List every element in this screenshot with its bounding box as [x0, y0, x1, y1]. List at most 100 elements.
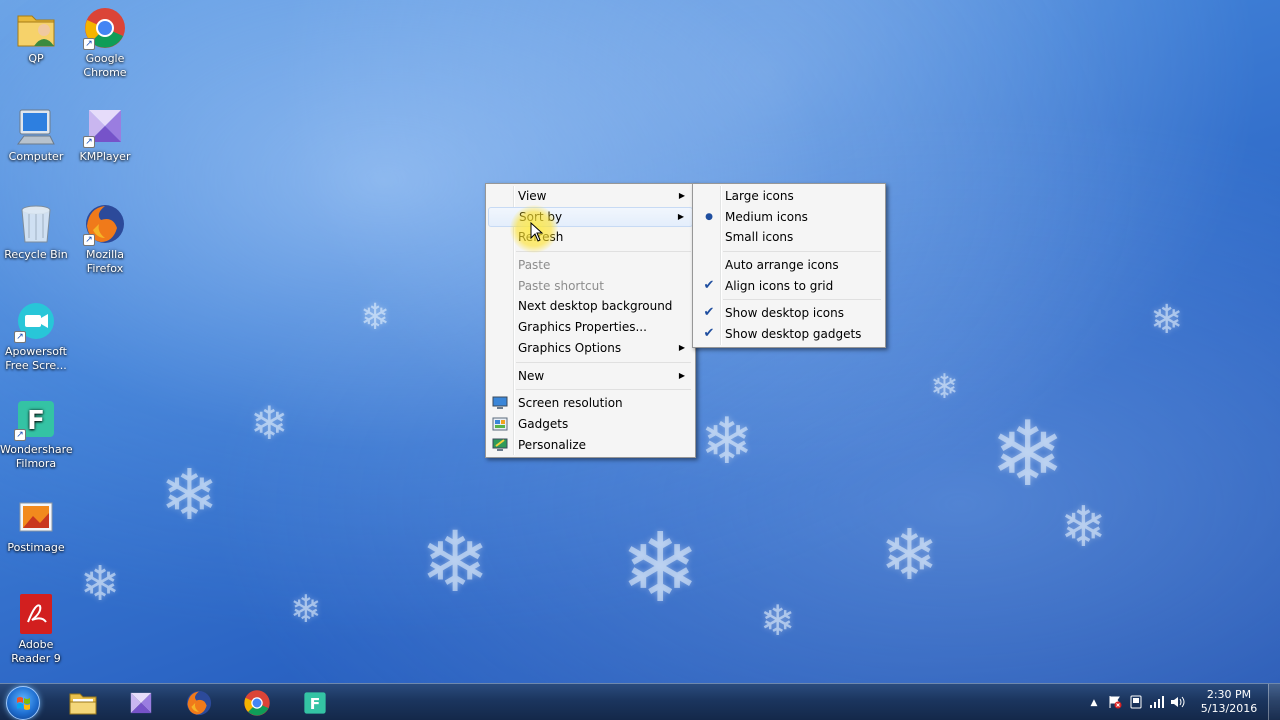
- desktop-icon-recycle-bin[interactable]: Recycle Bin: [0, 202, 72, 262]
- filmora-icon: F ↗: [14, 397, 58, 441]
- filmora-icon: F: [304, 691, 326, 714]
- submenu-arrow-icon: ▶: [677, 211, 684, 221]
- snowflake-decoration: ❄: [700, 405, 754, 479]
- checkmark-icon: ✔: [703, 326, 715, 342]
- checkmark-icon: ✔: [703, 277, 715, 293]
- firefox-icon: ↗: [83, 202, 127, 246]
- desktop-icon-postimage[interactable]: Postimage: [0, 495, 72, 555]
- taskbar-chrome[interactable]: [230, 686, 284, 719]
- snowflake-decoration: ❄: [760, 596, 796, 645]
- desktop-icon-qp[interactable]: QP: [0, 6, 72, 66]
- shortcut-arrow-icon: ↗: [83, 234, 95, 246]
- firefox-icon: [186, 690, 212, 715]
- menu-separator: [516, 248, 693, 255]
- menu-item-new[interactable]: New ▶: [488, 366, 693, 387]
- menu-item-sort-by[interactable]: Sort by ▶: [488, 206, 693, 228]
- submenu-arrow-icon: ▶: [678, 370, 685, 380]
- desktop-icon-google-chrome[interactable]: ↗ Google Chrome: [69, 6, 141, 80]
- device-icon[interactable]: [1128, 695, 1144, 711]
- monitor-icon: [492, 396, 508, 410]
- menu-item-paste[interactable]: Paste: [488, 255, 693, 276]
- radio-selected-icon: ●: [705, 211, 713, 222]
- menu-item-graphics-options[interactable]: Graphics Options ▶: [488, 338, 693, 359]
- desktop-icon-label: QP: [28, 52, 44, 65]
- desktop-icon-label: Postimage: [7, 541, 65, 554]
- menu-separator: [516, 386, 693, 393]
- menu-item-label: Graphics Options: [518, 340, 622, 355]
- menu-item-label: Auto arrange icons: [725, 258, 839, 273]
- desktop-icon-kmplayer[interactable]: ↗ KMPlayer: [69, 104, 141, 164]
- snowflake-decoration: ❄: [1150, 297, 1184, 343]
- svg-text:F: F: [310, 694, 321, 712]
- action-center-flag-icon[interactable]: [1107, 695, 1123, 711]
- menu-item-label: Paste shortcut: [518, 278, 604, 293]
- taskbar-filmora[interactable]: F: [288, 686, 342, 719]
- menu-item-label: Small icons: [725, 230, 794, 245]
- windows-logo-icon: [17, 697, 30, 710]
- menu-item-show-desktop-gadgets[interactable]: ✔ Show desktop gadgets: [695, 324, 883, 345]
- snowflake-decoration: ❄: [880, 514, 939, 596]
- snowflake-decoration: ❄: [1060, 495, 1107, 560]
- menu-separator: [723, 296, 883, 303]
- checkmark-icon: ✔: [703, 305, 715, 321]
- taskbar-clock[interactable]: 2:30 PM 5/13/2016: [1194, 688, 1264, 716]
- menu-item-next-desktop-background[interactable]: Next desktop background: [488, 296, 693, 317]
- windows-explorer-icon: [69, 693, 97, 714]
- desktop-icon-label: Computer: [8, 150, 64, 163]
- menu-item-graphics-properties[interactable]: Graphics Properties...: [488, 317, 693, 338]
- desktop-icon-adobe-reader[interactable]: Adobe Reader 9: [0, 592, 72, 666]
- menu-item-label: View: [518, 189, 547, 203]
- menu-item-gadgets[interactable]: Gadgets: [488, 414, 693, 435]
- menu-item-label: Medium icons: [725, 209, 808, 224]
- svg-text:F: F: [27, 406, 45, 436]
- shortcut-arrow-icon: ↗: [14, 429, 26, 441]
- system-tray: ▲ 2:30 PM 5/13/2016: [1080, 684, 1280, 720]
- menu-item-personalize[interactable]: Personalize: [488, 435, 693, 456]
- clock-time: 2:30 PM: [1206, 688, 1252, 701]
- menu-item-label: Gadgets: [518, 416, 569, 431]
- desktop-icon-label: Google Chrome: [83, 52, 127, 79]
- taskbar-firefox[interactable]: [172, 686, 226, 719]
- desktop-icon-label: Recycle Bin: [4, 248, 68, 261]
- taskbar-kmplayer[interactable]: [114, 686, 168, 719]
- menu-item-label: Show desktop gadgets: [725, 327, 862, 342]
- desktop-context-menu: View ▶ Sort by ▶ Refresh Paste Paste sho…: [485, 183, 696, 458]
- taskbar-windows-explorer[interactable]: [56, 686, 110, 719]
- start-button[interactable]: [6, 686, 40, 720]
- menu-item-view[interactable]: View ▶: [488, 186, 693, 207]
- menu-item-refresh[interactable]: Refresh: [488, 227, 693, 248]
- taskbar: F ▲ 2:30 PM 5/13/2016: [0, 683, 1280, 720]
- menu-item-large-icons[interactable]: Large icons: [695, 186, 883, 207]
- shortcut-arrow-icon: ↗: [83, 38, 95, 50]
- postimage-icon: [14, 495, 58, 539]
- menu-item-label: Show desktop icons: [725, 306, 845, 321]
- show-hidden-icons-icon[interactable]: ▲: [1086, 695, 1102, 711]
- snowflake-decoration: ❄: [990, 402, 1066, 507]
- desktop-icon-apowersoft[interactable]: ↗ Apowersoft Free Scre...: [0, 299, 72, 373]
- user-folder-icon: [14, 6, 58, 50]
- computer-icon: [14, 104, 58, 148]
- desktop-icon-mozilla-firefox[interactable]: ↗ Mozilla Firefox: [69, 202, 141, 276]
- desktop-icon-computer[interactable]: Computer: [0, 104, 72, 164]
- menu-item-label: Refresh: [518, 230, 564, 245]
- menu-item-align-icons-to-grid[interactable]: ✔ Align icons to grid: [695, 276, 883, 297]
- snowflake-decoration: ❄: [250, 396, 289, 450]
- clock-date: 5/13/2016: [1200, 702, 1258, 715]
- network-signal-icon[interactable]: [1149, 695, 1165, 711]
- volume-icon[interactable]: [1170, 695, 1186, 711]
- menu-item-auto-arrange-icons[interactable]: Auto arrange icons: [695, 255, 883, 276]
- desktop-icon-label: Apowersoft Free Scre...: [5, 345, 67, 372]
- menu-item-medium-icons[interactable]: ● Medium icons: [695, 207, 883, 228]
- menu-separator: [516, 359, 693, 366]
- menu-item-show-desktop-icons[interactable]: ✔ Show desktop icons: [695, 303, 883, 324]
- menu-item-paste-shortcut[interactable]: Paste shortcut: [488, 276, 693, 297]
- personalize-icon: [492, 438, 508, 451]
- menu-item-small-icons[interactable]: Small icons: [695, 227, 883, 248]
- show-desktop-button[interactable]: [1268, 684, 1280, 720]
- gadgets-icon: [492, 417, 508, 431]
- menu-item-label: Paste: [518, 258, 551, 273]
- desktop-icon-wondershare-filmora[interactable]: F ↗ Wondershare Filmora: [0, 397, 73, 471]
- menu-item-screen-resolution[interactable]: Screen resolution: [488, 393, 693, 414]
- desktop-icon-label: Wondershare Filmora: [0, 443, 73, 470]
- menu-item-label: Large icons: [725, 189, 794, 203]
